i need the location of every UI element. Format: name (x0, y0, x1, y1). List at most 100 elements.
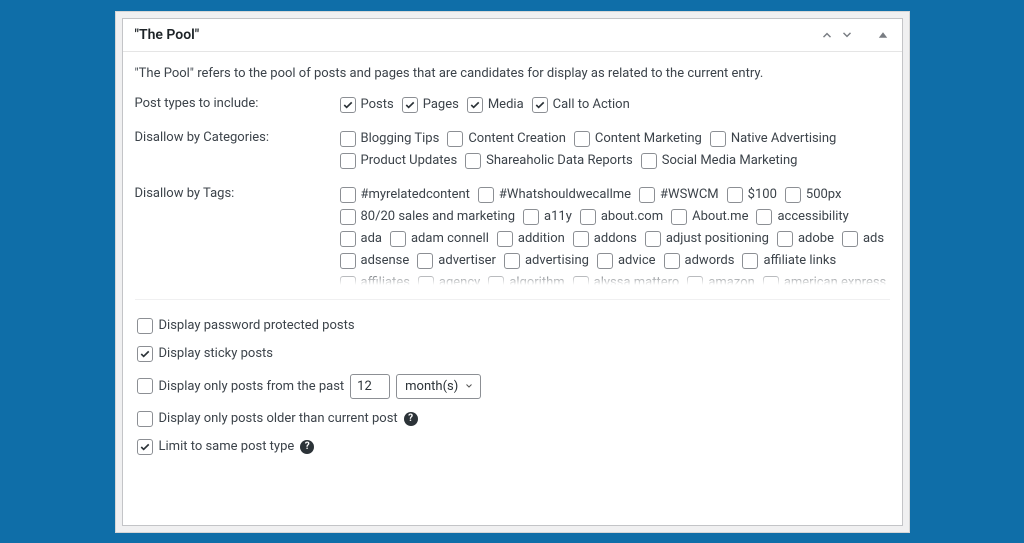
tag-checkbox[interactable] (497, 231, 513, 247)
tag-checkbox[interactable] (727, 187, 743, 203)
tag-checkbox[interactable] (340, 253, 356, 269)
post-type-checkbox[interactable] (532, 97, 548, 113)
panel-body: "The Pool" refers to the pool of posts a… (123, 52, 902, 479)
move-up-icon[interactable] (820, 28, 834, 42)
tag-option: amazon (687, 273, 754, 284)
post-type-label: Pages (423, 95, 459, 115)
tag-checkbox[interactable] (742, 253, 758, 269)
checkbox-older-than-current[interactable] (137, 411, 153, 427)
tag-checkbox[interactable] (777, 231, 793, 247)
tag-option: american express (763, 273, 886, 284)
tag-checkbox[interactable] (597, 253, 613, 269)
tag-checkbox[interactable] (756, 209, 772, 225)
tag-checkbox[interactable] (504, 253, 520, 269)
tag-checkbox[interactable] (785, 187, 801, 203)
category-option: Shareaholic Data Reports (465, 151, 633, 171)
tag-option: $100 (727, 185, 777, 205)
option-label: Display sticky posts (159, 346, 274, 361)
checkbox-limit-same-type[interactable] (137, 439, 153, 455)
category-checkbox[interactable] (574, 131, 590, 147)
panel-header: "The Pool" (123, 19, 902, 52)
tag-option: #myrelatedcontent (340, 185, 470, 205)
category-label: Social Media Marketing (662, 151, 798, 171)
option-older-than-current: Display only posts older than current po… (135, 405, 890, 433)
tag-option: affiliate links (742, 251, 836, 271)
bottom-options: Display password protected posts Display… (135, 299, 890, 461)
tag-label: adwords (685, 251, 735, 271)
tag-checkbox[interactable] (478, 187, 494, 203)
tag-checkbox[interactable] (842, 231, 858, 247)
category-checkbox[interactable] (340, 131, 356, 147)
category-checkbox[interactable] (641, 153, 657, 169)
from-past-unit-select[interactable]: month(s) (396, 374, 481, 399)
tag-label: 80/20 sales and marketing (361, 207, 516, 227)
label-categories: Disallow by Categories: (135, 129, 340, 145)
tag-label: addition (518, 229, 565, 249)
tag-option: ada (340, 229, 382, 249)
tag-checkbox[interactable] (340, 276, 356, 285)
post-type-checkbox[interactable] (402, 97, 418, 113)
category-option: Blogging Tips (340, 129, 440, 149)
select-value: month(s) (405, 379, 458, 394)
tag-option: adsense (340, 251, 410, 271)
checkbox-password-protected[interactable] (137, 318, 153, 334)
tag-option: About.me (671, 207, 748, 227)
tag-option: addition (497, 229, 565, 249)
tag-checkbox[interactable] (573, 276, 589, 285)
tag-checkbox[interactable] (687, 276, 703, 285)
collapse-icon[interactable] (876, 28, 890, 42)
option-limit-same-type: Limit to same post type ? (135, 433, 890, 461)
tag-label: amazon (708, 273, 754, 284)
tag-checkbox[interactable] (417, 253, 433, 269)
tag-checkbox[interactable] (645, 231, 661, 247)
tag-checkbox[interactable] (671, 209, 687, 225)
tag-checkbox[interactable] (340, 231, 356, 247)
tag-checkbox[interactable] (523, 209, 539, 225)
category-checkbox[interactable] (340, 153, 356, 169)
option-label: Display only posts from the past (159, 379, 345, 394)
frame: "The Pool" "The Pool" refers to the pool… (115, 11, 910, 533)
tag-checkbox[interactable] (580, 209, 596, 225)
category-option: Product Updates (340, 151, 458, 171)
move-down-icon[interactable] (840, 28, 854, 42)
from-past-number-input[interactable] (350, 374, 390, 399)
tag-checkbox[interactable] (639, 187, 655, 203)
post-types-options: PostsPagesMediaCall to Action (340, 95, 630, 115)
tag-checkbox[interactable] (340, 187, 356, 203)
option-sticky: Display sticky posts (135, 340, 890, 368)
categories-options: Blogging TipsContent CreationContent Mar… (340, 129, 890, 171)
category-checkbox[interactable] (465, 153, 481, 169)
tag-option: addons (573, 229, 637, 249)
category-checkbox[interactable] (447, 131, 463, 147)
panel-header-actions (820, 28, 890, 42)
panel-title: "The Pool" (135, 27, 200, 43)
post-type-checkbox[interactable] (467, 97, 483, 113)
post-type-checkbox[interactable] (340, 97, 356, 113)
tag-label: agency (439, 273, 480, 284)
tag-checkbox[interactable] (418, 276, 434, 285)
tag-option: #WSWCM (639, 185, 719, 205)
tag-label: adobe (798, 229, 834, 249)
tag-label: a11y (544, 207, 572, 227)
tag-label: about.com (601, 207, 663, 227)
tag-checkbox[interactable] (664, 253, 680, 269)
settings-panel: "The Pool" "The Pool" refers to the pool… (122, 18, 903, 526)
category-label: Content Creation (468, 129, 566, 149)
checkbox-from-past[interactable] (137, 378, 153, 394)
category-checkbox[interactable] (710, 131, 726, 147)
tag-label: ada (361, 229, 382, 249)
checkbox-sticky[interactable] (137, 346, 153, 362)
option-label: Display only posts older than current po… (159, 411, 398, 426)
option-label: Display password protected posts (159, 318, 355, 333)
tag-label: advice (618, 251, 656, 271)
tag-checkbox[interactable] (763, 276, 779, 285)
help-icon[interactable]: ? (300, 440, 314, 454)
tag-checkbox[interactable] (488, 276, 504, 285)
tag-checkbox[interactable] (390, 231, 406, 247)
tag-checkbox[interactable] (340, 209, 356, 225)
tag-label: #myrelatedcontent (361, 185, 470, 205)
label-tags: Disallow by Tags: (135, 185, 340, 201)
tag-label: advertiser (438, 251, 496, 271)
help-icon[interactable]: ? (404, 412, 418, 426)
tag-checkbox[interactable] (573, 231, 589, 247)
